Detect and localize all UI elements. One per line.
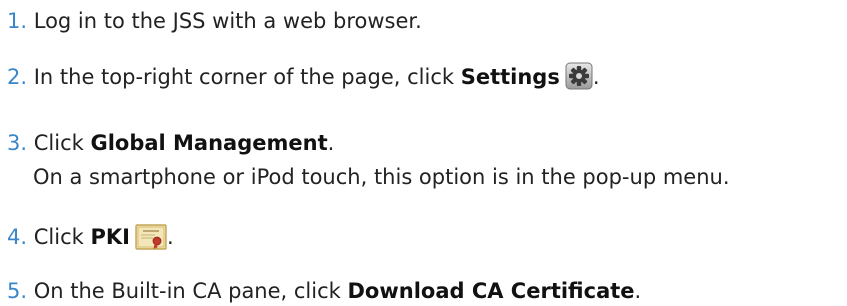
step-number: 2. — [7, 65, 28, 89]
step-text: On the Built-in CA pane, click — [33, 279, 348, 303]
gear-icon — [565, 62, 593, 96]
global-management-label: Global Management — [90, 131, 328, 155]
step-2: 2. In the top-right corner of the page, … — [7, 62, 600, 96]
settings-label: Settings — [460, 65, 560, 89]
step-5: 5. On the Built-in CA pane, click Downlo… — [7, 278, 641, 304]
download-ca-certificate-label: Download CA Certificate — [347, 279, 635, 303]
step-end: . — [634, 279, 642, 303]
step-text: In the top-right corner of the page, cli… — [33, 65, 461, 89]
step-4: 4. Click PKI . — [7, 224, 174, 256]
pki-label: PKI — [90, 225, 130, 249]
step-text: Click — [33, 131, 91, 155]
step-3: 3. Click Global Management. On a smartph… — [7, 130, 730, 190]
certificate-icon — [135, 224, 167, 256]
step-end: . — [592, 65, 600, 89]
step-end: . — [166, 225, 174, 249]
step-end: . — [327, 131, 335, 155]
step-number: 4. — [7, 225, 28, 249]
step-1: 1. Log in to the JSS with a web browser. — [7, 8, 422, 34]
step-text: Log in to the JSS with a web browser. — [33, 9, 422, 33]
step-number: 3. — [7, 131, 28, 155]
step-text: Click — [33, 225, 91, 249]
step-note: On a smartphone or iPod touch, this opti… — [33, 165, 730, 189]
step-number: 5. — [7, 279, 28, 303]
step-number: 1. — [7, 9, 28, 33]
